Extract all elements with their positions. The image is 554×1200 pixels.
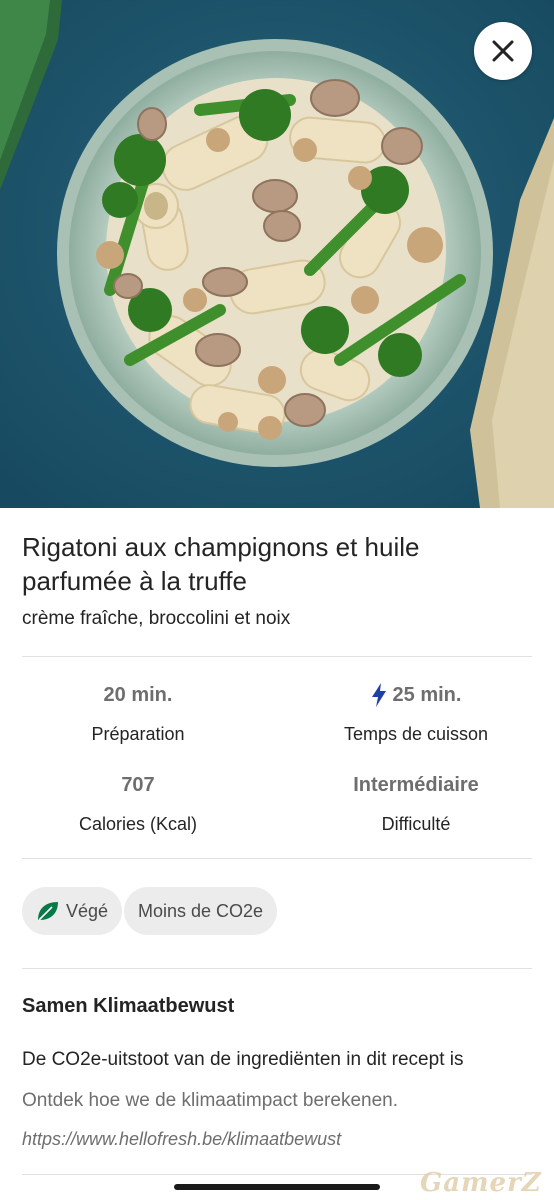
difficulty-label: Difficulté bbox=[381, 814, 451, 834]
climate-section-title: Samen Klimaatbewust bbox=[22, 995, 235, 1017]
tag-vege[interactable]: Végé bbox=[22, 887, 123, 935]
close-button[interactable] bbox=[474, 22, 532, 80]
climate-description: De CO2e-uitstoot van de ingrediënten in … bbox=[22, 1049, 464, 1070]
watermark-logo: GamerZ bbox=[420, 1168, 542, 1198]
lightning-icon bbox=[371, 683, 386, 707]
stat-calories: 707 Calories (Kcal) bbox=[22, 772, 254, 836]
recipe-title: Rigatoni aux champignons et huile parfum… bbox=[22, 532, 420, 596]
recipe-subtitle: crème fraîche, broccolini et noix bbox=[22, 608, 291, 629]
climate-url-link[interactable]: https://www.hellofresh.be/klimaatbewust bbox=[22, 1127, 341, 1151]
stat-difficulty: Intermédiaire Difficulté bbox=[300, 772, 532, 836]
pasta-bowl-illustration bbox=[0, 0, 554, 508]
divider bbox=[22, 656, 532, 657]
divider bbox=[22, 968, 532, 969]
tag-low-co2[interactable]: Moins de CO2e bbox=[124, 887, 278, 935]
difficulty-value: Intermédiaire bbox=[353, 774, 479, 796]
cook-time-label: Temps de cuisson bbox=[343, 724, 489, 744]
calories-value: 707 bbox=[121, 774, 155, 796]
leaf-icon bbox=[36, 900, 60, 922]
prep-time-label: Préparation bbox=[91, 724, 185, 744]
recipe-details: Rigatoni aux champignons et huile parfum… bbox=[0, 508, 554, 1200]
home-indicator[interactable] bbox=[174, 1184, 380, 1190]
divider bbox=[22, 858, 532, 859]
stat-preparation: 20 min. Préparation bbox=[22, 682, 254, 746]
prep-time-value: 20 min. bbox=[103, 684, 173, 706]
calories-label: Calories (Kcal) bbox=[78, 814, 198, 834]
tag-label: Végé bbox=[66, 900, 109, 921]
stat-cook-time: 25 min. Temps de cuisson bbox=[300, 682, 532, 746]
recipe-hero-image bbox=[0, 0, 554, 508]
tag-label: Moins de CO2e bbox=[138, 900, 264, 921]
close-icon bbox=[492, 40, 514, 62]
climate-calculation-link[interactable]: Ontdek hoe we de klimaatimpact berekenen… bbox=[22, 1088, 398, 1114]
cook-time-value: 25 min. bbox=[392, 684, 462, 706]
